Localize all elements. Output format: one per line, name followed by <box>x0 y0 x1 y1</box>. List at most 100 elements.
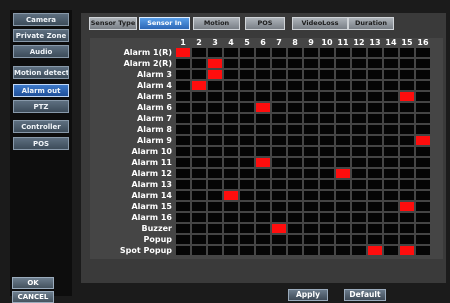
matrix-cell[interactable] <box>240 59 254 68</box>
matrix-cell[interactable] <box>304 224 318 233</box>
matrix-cell[interactable] <box>304 169 318 178</box>
matrix-cell[interactable] <box>400 92 414 101</box>
matrix-cell[interactable] <box>400 136 414 145</box>
matrix-cell[interactable] <box>400 59 414 68</box>
matrix-cell[interactable] <box>288 70 302 79</box>
matrix-cell[interactable] <box>304 213 318 222</box>
matrix-cell[interactable] <box>352 103 366 112</box>
matrix-cell[interactable] <box>272 114 286 123</box>
matrix-cell[interactable] <box>192 246 206 255</box>
matrix-cell[interactable] <box>384 158 398 167</box>
matrix-cell[interactable] <box>400 213 414 222</box>
matrix-cell[interactable] <box>368 92 382 101</box>
matrix-cell[interactable] <box>272 224 286 233</box>
matrix-cell[interactable] <box>208 202 222 211</box>
matrix-cell[interactable] <box>192 213 206 222</box>
matrix-cell[interactable] <box>320 180 334 189</box>
matrix-cell[interactable] <box>272 169 286 178</box>
matrix-cell[interactable] <box>288 169 302 178</box>
matrix-cell[interactable] <box>368 213 382 222</box>
matrix-cell[interactable] <box>416 147 430 156</box>
matrix-cell[interactable] <box>320 235 334 244</box>
matrix-cell[interactable] <box>416 169 430 178</box>
matrix-cell[interactable] <box>368 224 382 233</box>
matrix-cell[interactable] <box>208 114 222 123</box>
matrix-cell[interactable] <box>336 246 350 255</box>
matrix-cell[interactable] <box>368 235 382 244</box>
matrix-cell[interactable] <box>400 158 414 167</box>
matrix-cell[interactable] <box>176 169 190 178</box>
matrix-cell[interactable] <box>320 202 334 211</box>
matrix-cell[interactable] <box>352 125 366 134</box>
matrix-cell[interactable] <box>192 202 206 211</box>
matrix-cell[interactable] <box>352 70 366 79</box>
matrix-cell[interactable] <box>224 81 238 90</box>
sidebar-item-controller[interactable]: Controller <box>13 120 69 133</box>
matrix-cell[interactable] <box>352 180 366 189</box>
matrix-cell[interactable] <box>272 59 286 68</box>
sidebar-item-audio[interactable]: Audio <box>13 45 69 58</box>
matrix-cell[interactable] <box>320 158 334 167</box>
matrix-cell[interactable] <box>272 180 286 189</box>
matrix-cell[interactable] <box>288 147 302 156</box>
matrix-cell[interactable] <box>304 92 318 101</box>
matrix-cell[interactable] <box>240 158 254 167</box>
matrix-cell[interactable] <box>176 103 190 112</box>
matrix-cell[interactable] <box>320 191 334 200</box>
matrix-cell[interactable] <box>288 48 302 57</box>
matrix-cell[interactable] <box>304 136 318 145</box>
matrix-cell[interactable] <box>240 191 254 200</box>
matrix-cell[interactable] <box>352 136 366 145</box>
matrix-cell[interactable] <box>400 191 414 200</box>
matrix-cell[interactable] <box>336 81 350 90</box>
matrix-cell[interactable] <box>400 103 414 112</box>
matrix-cell[interactable] <box>352 246 366 255</box>
matrix-cell[interactable] <box>272 191 286 200</box>
matrix-cell[interactable] <box>288 191 302 200</box>
matrix-cell[interactable] <box>368 114 382 123</box>
matrix-cell[interactable] <box>192 169 206 178</box>
matrix-cell[interactable] <box>384 70 398 79</box>
matrix-cell[interactable] <box>256 180 270 189</box>
matrix-cell[interactable] <box>288 103 302 112</box>
matrix-cell[interactable] <box>416 81 430 90</box>
matrix-cell[interactable] <box>224 70 238 79</box>
matrix-cell[interactable] <box>240 169 254 178</box>
matrix-cell[interactable] <box>176 158 190 167</box>
matrix-cell[interactable] <box>240 136 254 145</box>
matrix-cell[interactable] <box>320 114 334 123</box>
matrix-cell[interactable] <box>176 147 190 156</box>
matrix-cell[interactable] <box>320 169 334 178</box>
matrix-cell[interactable] <box>416 180 430 189</box>
matrix-cell[interactable] <box>352 114 366 123</box>
matrix-cell[interactable] <box>224 235 238 244</box>
matrix-cell[interactable] <box>208 136 222 145</box>
matrix-cell[interactable] <box>224 59 238 68</box>
matrix-cell[interactable] <box>256 147 270 156</box>
matrix-cell[interactable] <box>416 158 430 167</box>
matrix-cell[interactable] <box>256 92 270 101</box>
matrix-cell[interactable] <box>192 114 206 123</box>
matrix-cell[interactable] <box>176 59 190 68</box>
matrix-cell[interactable] <box>368 125 382 134</box>
matrix-cell[interactable] <box>224 169 238 178</box>
matrix-cell[interactable] <box>240 48 254 57</box>
matrix-cell[interactable] <box>240 125 254 134</box>
tab-videoloss[interactable]: VideoLoss <box>292 17 348 30</box>
matrix-cell[interactable] <box>384 180 398 189</box>
matrix-cell[interactable] <box>208 213 222 222</box>
matrix-cell[interactable] <box>288 136 302 145</box>
matrix-cell[interactable] <box>272 70 286 79</box>
matrix-cell[interactable] <box>384 114 398 123</box>
matrix-cell[interactable] <box>224 147 238 156</box>
matrix-cell[interactable] <box>336 191 350 200</box>
matrix-cell[interactable] <box>240 147 254 156</box>
matrix-cell[interactable] <box>336 136 350 145</box>
apply-button[interactable]: Apply <box>288 289 328 301</box>
default-button[interactable]: Default <box>344 289 386 301</box>
matrix-cell[interactable] <box>288 224 302 233</box>
matrix-cell[interactable] <box>304 147 318 156</box>
matrix-cell[interactable] <box>400 235 414 244</box>
matrix-cell[interactable] <box>176 92 190 101</box>
matrix-cell[interactable] <box>240 224 254 233</box>
